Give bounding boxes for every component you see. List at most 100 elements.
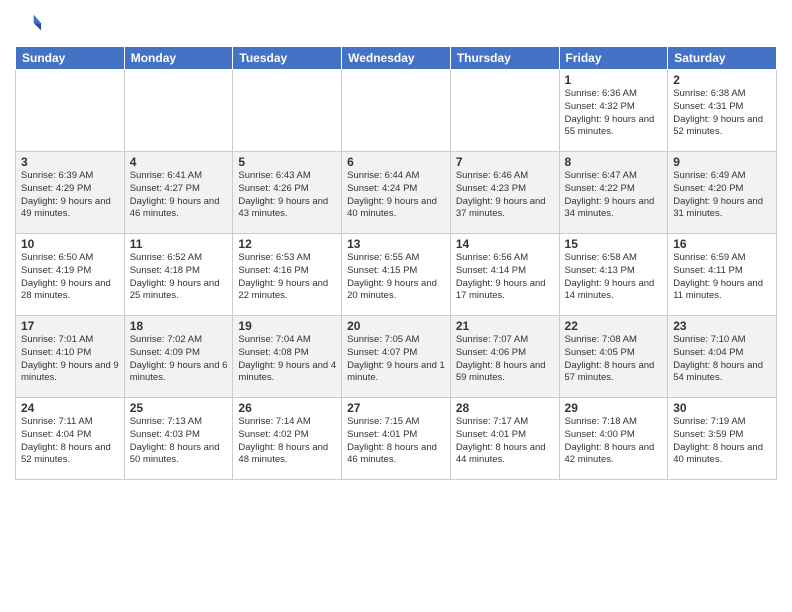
- day-cell: 14Sunrise: 6:56 AMSunset: 4:14 PMDayligh…: [450, 234, 559, 316]
- day-cell: 28Sunrise: 7:17 AMSunset: 4:01 PMDayligh…: [450, 398, 559, 480]
- day-info: Sunrise: 7:07 AMSunset: 4:06 PMDaylight:…: [456, 334, 554, 385]
- weekday-header-row: SundayMondayTuesdayWednesdayThursdayFrid…: [16, 47, 777, 70]
- day-number: 9: [673, 155, 771, 169]
- weekday-header-monday: Monday: [124, 47, 233, 70]
- day-cell: 19Sunrise: 7:04 AMSunset: 4:08 PMDayligh…: [233, 316, 342, 398]
- day-info: Sunrise: 7:19 AMSunset: 3:59 PMDaylight:…: [673, 416, 771, 467]
- day-info: Sunrise: 6:59 AMSunset: 4:11 PMDaylight:…: [673, 252, 771, 303]
- day-number: 27: [347, 401, 445, 415]
- day-number: 22: [565, 319, 663, 333]
- day-info: Sunrise: 7:04 AMSunset: 4:08 PMDaylight:…: [238, 334, 336, 385]
- header: [15, 10, 777, 38]
- day-cell: 4Sunrise: 6:41 AMSunset: 4:27 PMDaylight…: [124, 152, 233, 234]
- day-info: Sunrise: 7:01 AMSunset: 4:10 PMDaylight:…: [21, 334, 119, 385]
- day-info: Sunrise: 6:53 AMSunset: 4:16 PMDaylight:…: [238, 252, 336, 303]
- day-number: 12: [238, 237, 336, 251]
- day-info: Sunrise: 7:10 AMSunset: 4:04 PMDaylight:…: [673, 334, 771, 385]
- day-number: 14: [456, 237, 554, 251]
- day-cell: [450, 70, 559, 152]
- day-number: 20: [347, 319, 445, 333]
- logo: [15, 10, 47, 38]
- day-info: Sunrise: 7:08 AMSunset: 4:05 PMDaylight:…: [565, 334, 663, 385]
- day-info: Sunrise: 6:44 AMSunset: 4:24 PMDaylight:…: [347, 170, 445, 221]
- day-cell: 25Sunrise: 7:13 AMSunset: 4:03 PMDayligh…: [124, 398, 233, 480]
- day-info: Sunrise: 7:05 AMSunset: 4:07 PMDaylight:…: [347, 334, 445, 385]
- weekday-header-saturday: Saturday: [668, 47, 777, 70]
- day-number: 18: [130, 319, 228, 333]
- day-number: 1: [565, 73, 663, 87]
- weekday-header-tuesday: Tuesday: [233, 47, 342, 70]
- day-cell: 15Sunrise: 6:58 AMSunset: 4:13 PMDayligh…: [559, 234, 668, 316]
- calendar-table: SundayMondayTuesdayWednesdayThursdayFrid…: [15, 46, 777, 480]
- day-cell: 16Sunrise: 6:59 AMSunset: 4:11 PMDayligh…: [668, 234, 777, 316]
- day-number: 30: [673, 401, 771, 415]
- day-cell: [124, 70, 233, 152]
- day-number: 8: [565, 155, 663, 169]
- day-cell: 18Sunrise: 7:02 AMSunset: 4:09 PMDayligh…: [124, 316, 233, 398]
- day-number: 15: [565, 237, 663, 251]
- day-cell: 22Sunrise: 7:08 AMSunset: 4:05 PMDayligh…: [559, 316, 668, 398]
- day-info: Sunrise: 6:41 AMSunset: 4:27 PMDaylight:…: [130, 170, 228, 221]
- day-cell: [342, 70, 451, 152]
- weekday-header-sunday: Sunday: [16, 47, 125, 70]
- day-cell: 27Sunrise: 7:15 AMSunset: 4:01 PMDayligh…: [342, 398, 451, 480]
- day-cell: 11Sunrise: 6:52 AMSunset: 4:18 PMDayligh…: [124, 234, 233, 316]
- day-number: 6: [347, 155, 445, 169]
- day-number: 11: [130, 237, 228, 251]
- day-cell: 30Sunrise: 7:19 AMSunset: 3:59 PMDayligh…: [668, 398, 777, 480]
- day-number: 3: [21, 155, 119, 169]
- day-number: 5: [238, 155, 336, 169]
- logo-icon: [15, 10, 43, 38]
- day-cell: 8Sunrise: 6:47 AMSunset: 4:22 PMDaylight…: [559, 152, 668, 234]
- day-info: Sunrise: 6:46 AMSunset: 4:23 PMDaylight:…: [456, 170, 554, 221]
- day-cell: 29Sunrise: 7:18 AMSunset: 4:00 PMDayligh…: [559, 398, 668, 480]
- day-cell: 6Sunrise: 6:44 AMSunset: 4:24 PMDaylight…: [342, 152, 451, 234]
- day-info: Sunrise: 6:38 AMSunset: 4:31 PMDaylight:…: [673, 88, 771, 139]
- day-number: 17: [21, 319, 119, 333]
- day-info: Sunrise: 7:02 AMSunset: 4:09 PMDaylight:…: [130, 334, 228, 385]
- day-cell: 7Sunrise: 6:46 AMSunset: 4:23 PMDaylight…: [450, 152, 559, 234]
- day-info: Sunrise: 6:58 AMSunset: 4:13 PMDaylight:…: [565, 252, 663, 303]
- day-info: Sunrise: 7:15 AMSunset: 4:01 PMDaylight:…: [347, 416, 445, 467]
- day-number: 16: [673, 237, 771, 251]
- week-row-1: 1Sunrise: 6:36 AMSunset: 4:32 PMDaylight…: [16, 70, 777, 152]
- day-info: Sunrise: 6:36 AMSunset: 4:32 PMDaylight:…: [565, 88, 663, 139]
- day-number: 4: [130, 155, 228, 169]
- day-cell: 12Sunrise: 6:53 AMSunset: 4:16 PMDayligh…: [233, 234, 342, 316]
- day-number: 21: [456, 319, 554, 333]
- calendar-container: SundayMondayTuesdayWednesdayThursdayFrid…: [0, 0, 792, 612]
- day-cell: 13Sunrise: 6:55 AMSunset: 4:15 PMDayligh…: [342, 234, 451, 316]
- day-number: 10: [21, 237, 119, 251]
- day-number: 23: [673, 319, 771, 333]
- week-row-4: 17Sunrise: 7:01 AMSunset: 4:10 PMDayligh…: [16, 316, 777, 398]
- day-cell: 20Sunrise: 7:05 AMSunset: 4:07 PMDayligh…: [342, 316, 451, 398]
- week-row-3: 10Sunrise: 6:50 AMSunset: 4:19 PMDayligh…: [16, 234, 777, 316]
- day-cell: 26Sunrise: 7:14 AMSunset: 4:02 PMDayligh…: [233, 398, 342, 480]
- day-number: 26: [238, 401, 336, 415]
- day-info: Sunrise: 7:17 AMSunset: 4:01 PMDaylight:…: [456, 416, 554, 467]
- day-number: 19: [238, 319, 336, 333]
- day-number: 2: [673, 73, 771, 87]
- day-cell: 5Sunrise: 6:43 AMSunset: 4:26 PMDaylight…: [233, 152, 342, 234]
- day-number: 24: [21, 401, 119, 415]
- weekday-header-thursday: Thursday: [450, 47, 559, 70]
- day-info: Sunrise: 6:56 AMSunset: 4:14 PMDaylight:…: [456, 252, 554, 303]
- week-row-5: 24Sunrise: 7:11 AMSunset: 4:04 PMDayligh…: [16, 398, 777, 480]
- day-number: 29: [565, 401, 663, 415]
- day-number: 25: [130, 401, 228, 415]
- day-cell: 24Sunrise: 7:11 AMSunset: 4:04 PMDayligh…: [16, 398, 125, 480]
- day-info: Sunrise: 7:18 AMSunset: 4:00 PMDaylight:…: [565, 416, 663, 467]
- weekday-header-friday: Friday: [559, 47, 668, 70]
- day-cell: 3Sunrise: 6:39 AMSunset: 4:29 PMDaylight…: [16, 152, 125, 234]
- day-cell: 1Sunrise: 6:36 AMSunset: 4:32 PMDaylight…: [559, 70, 668, 152]
- day-info: Sunrise: 6:55 AMSunset: 4:15 PMDaylight:…: [347, 252, 445, 303]
- day-info: Sunrise: 6:49 AMSunset: 4:20 PMDaylight:…: [673, 170, 771, 221]
- weekday-header-wednesday: Wednesday: [342, 47, 451, 70]
- day-cell: 9Sunrise: 6:49 AMSunset: 4:20 PMDaylight…: [668, 152, 777, 234]
- day-cell: 21Sunrise: 7:07 AMSunset: 4:06 PMDayligh…: [450, 316, 559, 398]
- day-info: Sunrise: 6:50 AMSunset: 4:19 PMDaylight:…: [21, 252, 119, 303]
- day-info: Sunrise: 6:47 AMSunset: 4:22 PMDaylight:…: [565, 170, 663, 221]
- day-cell: 2Sunrise: 6:38 AMSunset: 4:31 PMDaylight…: [668, 70, 777, 152]
- day-cell: 17Sunrise: 7:01 AMSunset: 4:10 PMDayligh…: [16, 316, 125, 398]
- day-info: Sunrise: 7:11 AMSunset: 4:04 PMDaylight:…: [21, 416, 119, 467]
